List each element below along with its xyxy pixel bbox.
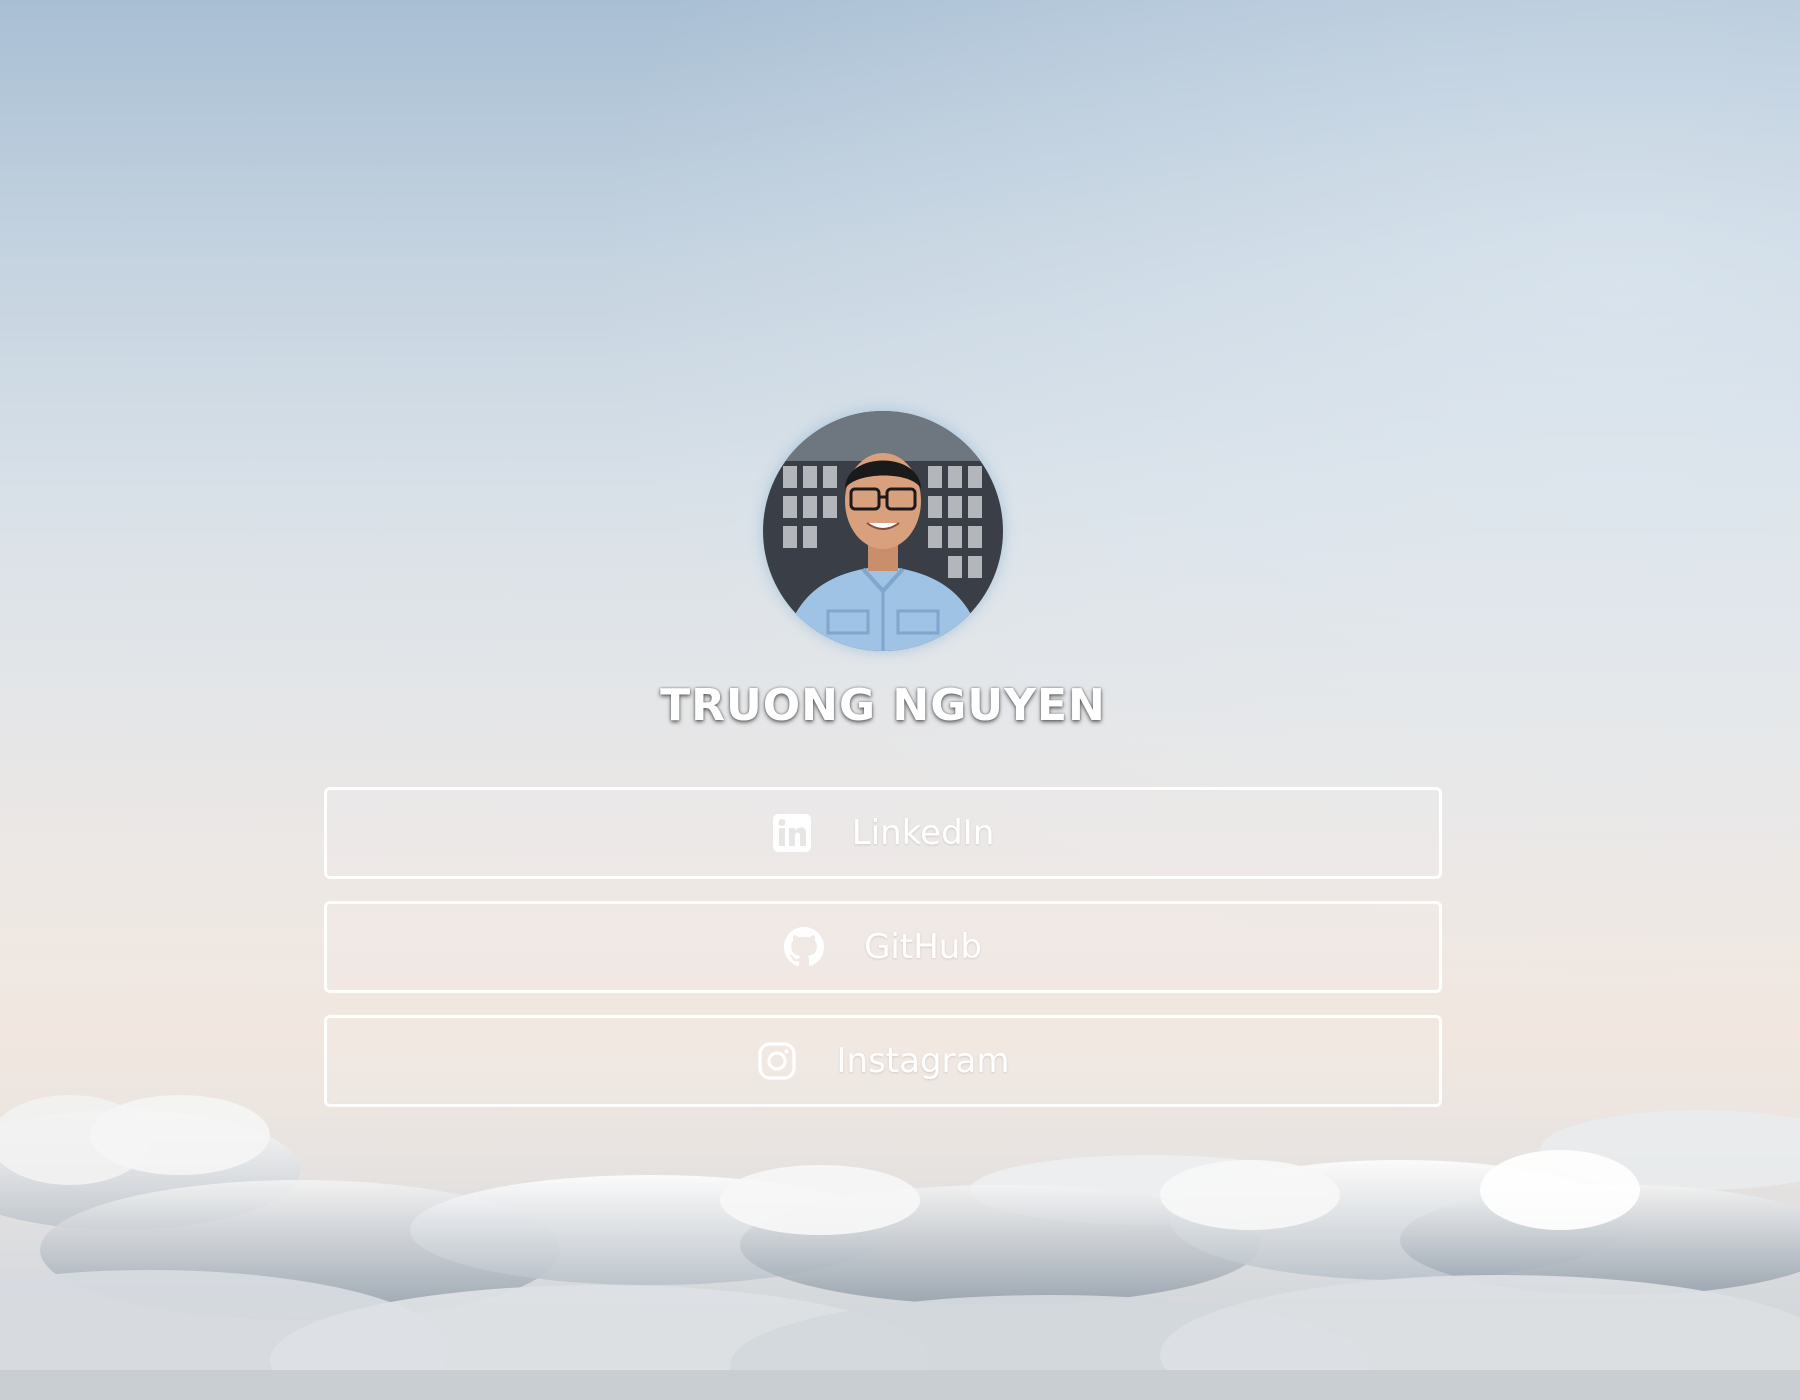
profile-page: TRUONG NGUYEN LinkedIn GitHub Instagram [0, 0, 1800, 1400]
profile-photo-icon [763, 411, 1003, 651]
profile-name: TRUONG NGUYEN [660, 680, 1106, 731]
social-links-list: LinkedIn GitHub Instagram [324, 787, 1442, 1129]
instagram-icon [757, 1041, 797, 1081]
linkedin-link-label: LinkedIn [851, 813, 995, 853]
linkedin-link-button[interactable]: LinkedIn [324, 787, 1442, 879]
instagram-link-label: Instagram [836, 1041, 1010, 1081]
linkedin-icon [772, 813, 812, 853]
github-icon [784, 927, 825, 967]
github-link-button[interactable]: GitHub [324, 901, 1442, 993]
instagram-link-button[interactable]: Instagram [324, 1015, 1442, 1107]
profile-avatar [763, 411, 1003, 651]
github-link-label: GitHub [864, 927, 982, 967]
